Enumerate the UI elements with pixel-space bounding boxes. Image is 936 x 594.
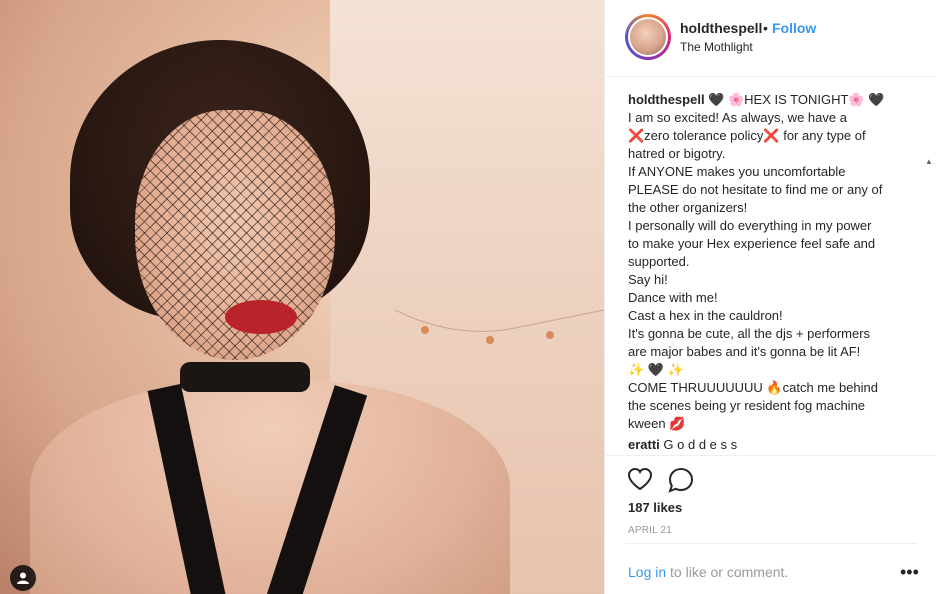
comment-username[interactable]: eratti — [628, 437, 660, 452]
post-photo[interactable] — [0, 0, 604, 594]
caption-username[interactable]: holdthespell — [628, 92, 705, 107]
comments-list[interactable]: holdthespell 🖤 🌸HEX IS TONIGHT🌸 🖤 I am s… — [605, 77, 936, 454]
caption-line: to make your Hex experience feel safe an… — [628, 236, 876, 251]
caption-line: ✨ 🖤 ✨ — [628, 362, 684, 377]
string-lights — [395, 309, 604, 344]
caption-line: the scenes being yr resident fog machine — [628, 398, 866, 413]
follow-button[interactable]: Follow — [772, 20, 816, 36]
caption-line: Dance with me! — [628, 290, 718, 305]
login-prompt: Log in to like or comment. — [628, 564, 788, 580]
caption-line: I am so excited! As always, we have a — [628, 110, 847, 125]
caption-line: I personally will do everything in my po… — [628, 218, 872, 233]
divider — [625, 543, 917, 544]
caption-line: are major babes and it's gonna be lit AF… — [628, 344, 861, 359]
caption-line: hatred or bigotry. — [628, 146, 726, 161]
comment-text: G o d d e s s — [663, 437, 738, 452]
caption: holdthespell 🖤 🌸HEX IS TONIGHT🌸 🖤 I am s… — [628, 91, 913, 433]
heart-icon[interactable] — [627, 467, 653, 491]
caption-line: It's gonna be cute, all the djs + perfor… — [628, 326, 871, 341]
caption-line: If ANYONE makes you uncomfortable — [628, 164, 846, 179]
caption-line: Say hi! — [628, 272, 668, 287]
caption-line: the other organizers! — [628, 200, 748, 215]
user-tag-icon[interactable] — [10, 565, 36, 591]
more-options-button[interactable]: ••• — [900, 562, 919, 583]
caption-line: 🖤 🌸HEX IS TONIGHT🌸 🖤 — [708, 92, 885, 107]
avatar[interactable] — [625, 14, 671, 60]
photo-shoulders — [30, 380, 510, 594]
caption-line: supported. — [628, 254, 690, 269]
likes-count[interactable]: 187 likes — [628, 500, 682, 515]
post-side-panel: holdthespell • Follow The Mothlight hold… — [604, 0, 936, 594]
post-header: holdthespell • Follow The Mothlight — [605, 0, 936, 77]
comment-item: eratti G o d d e s s — [628, 437, 737, 452]
caption-line: Cast a hex in the cauldron! — [628, 308, 783, 323]
scroll-up-icon[interactable]: ▲ — [925, 157, 933, 166]
photo-lips — [225, 300, 297, 334]
comment-icon[interactable] — [668, 467, 694, 493]
caption-line: kween 💋 — [628, 416, 686, 431]
login-link[interactable]: Log in — [628, 564, 666, 580]
caption-line: PLEASE do not hesitate to find me or any… — [628, 182, 883, 197]
login-text: to like or comment. — [666, 564, 789, 580]
caption-line: ❌zero tolerance policy❌ for any type of — [628, 128, 866, 143]
photo-collar — [180, 362, 310, 392]
post-date[interactable]: APRIL 21 — [628, 525, 672, 536]
separator-dot: • — [763, 20, 768, 36]
header-username[interactable]: holdthespell — [680, 20, 762, 36]
location-link[interactable]: The Mothlight — [680, 40, 753, 54]
post-actions — [605, 455, 936, 504]
caption-line: COME THRUUUUUUU 🔥catch me behind — [628, 380, 879, 395]
